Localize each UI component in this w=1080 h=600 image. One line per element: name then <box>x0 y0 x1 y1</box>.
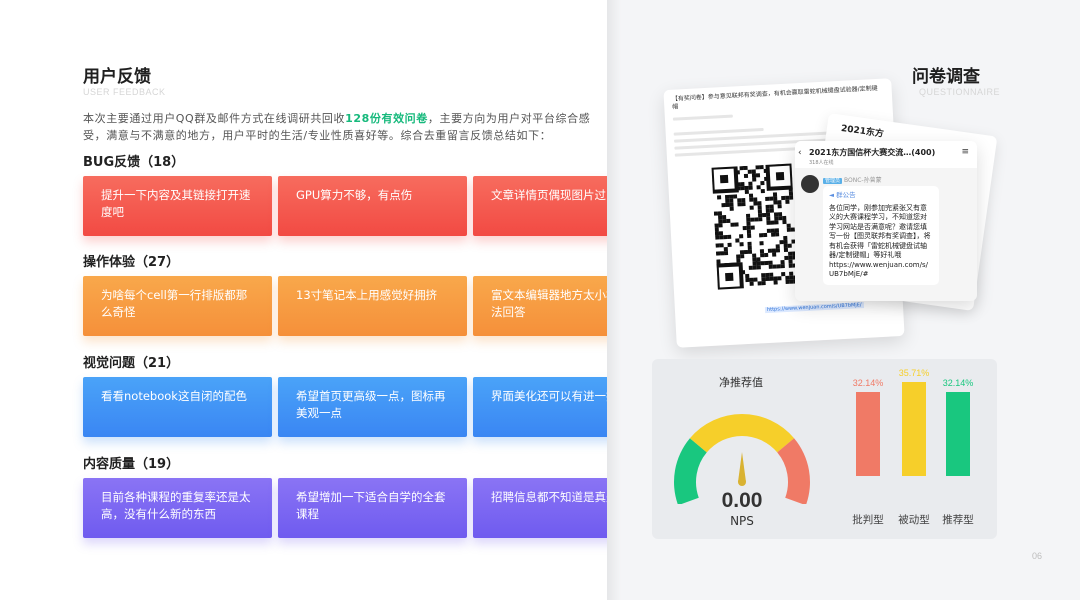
group-chat-screenshot: ‹ 2021东方国信杯大赛交流…(400) 318人在线 ≡ 管理员 BONC-孙… <box>795 141 977 301</box>
feedback-card: 文章详情页偶现图片过 <box>473 176 607 236</box>
chat-sender: 管理员 BONC-孙曾蒙 <box>823 175 882 184</box>
feedback-card: 富文本编辑器地方太小根本没法回答 <box>473 276 607 336</box>
nps-label: NPS <box>730 514 754 528</box>
nps-bar <box>856 391 880 476</box>
page-number: 06 <box>1031 551 1042 561</box>
feedback-card: 为啥每个cell第一行排版都那么奇怪 <box>83 276 272 336</box>
feedback-subtitle: USER FEEDBACK <box>83 87 166 97</box>
qr-code-icon <box>711 163 798 290</box>
gauge-hub <box>738 478 746 486</box>
feedback-card: 看看notebook这自闭的配色 <box>83 377 272 437</box>
feedback-card: 希望首页更高级一点，图标再美观一点 <box>278 377 467 437</box>
feedback-card: 提升一下内容及其链接打开速度吧 <box>83 176 272 236</box>
message-text: 各位同学，刚参加完紧张又有意义的大赛课程学习，不知道您对学习网站是否满意呢？邀请… <box>829 203 931 260</box>
feedback-title: 用户反馈 <box>83 67 151 87</box>
nps-bar <box>946 391 970 476</box>
feedback-intro: 本次主要通过用户QQ群及邮件方式在线调研共回收128份有效问卷，主要方向为用户对… <box>83 110 603 144</box>
bar-category-label: 推荐型 <box>942 514 974 526</box>
chat-message: ◄ 群公告 各位同学，刚参加完紧张又有意义的大赛课程学习，不知道您对学习网站是否… <box>823 186 939 285</box>
chat-title: 2021东方国信杯大赛交流…(400) <box>809 148 936 157</box>
nps-value: 0.00 <box>721 489 763 512</box>
feedback-card: GPU算力不够，有点伤 <box>278 176 467 236</box>
nps-panel: 净推荐值 0.00 NPS 32.14% 批判型 35.71% 被动型 32.14% 推荐… <box>652 359 997 539</box>
doc-link: https://www.wenjuan.com/s/UB7bMjE/ <box>764 301 864 314</box>
back-arrow-icon: ‹ <box>798 148 802 158</box>
feedback-page: 用户反馈 USER FEEDBACK 本次主要通过用户QQ群及邮件方式在线调研共… <box>0 0 607 600</box>
menu-icon: ≡ <box>961 147 969 157</box>
notice-label: ◄ 群公告 <box>829 191 856 199</box>
bar-value-label: 32.14% <box>852 377 884 388</box>
feedback-card: 13寸笔记本上用感觉好拥挤 <box>278 276 467 336</box>
chat-online-count: 318人在线 <box>809 160 834 166</box>
bar-value-label: 32.14% <box>942 377 974 388</box>
message-url: https://www.wenjuan.com/s/UB7bMjE/# <box>829 260 928 279</box>
category-bug: BUG反馈（18） <box>83 155 185 170</box>
feedback-card: 目前各种课程的重复率还是太高，没有什么新的东西 <box>83 478 272 538</box>
bar-category-label: 被动型 <box>898 514 930 526</box>
survey-title: 问卷调查 <box>912 67 980 87</box>
category-ux: 操作体验（27） <box>83 255 180 270</box>
admin-badge: 管理员 <box>823 178 843 184</box>
feedback-card: 招聘信息都不知道是真是假的 <box>473 478 607 538</box>
nps-title: 净推荐值 <box>719 376 763 389</box>
notice-text: 群公告 <box>836 191 856 199</box>
feedback-card: 希望增加一下适合自学的全套课程 <box>278 478 467 538</box>
feedback-card: 界面美化还可以有进一提升 <box>473 377 607 437</box>
chat-header: ‹ 2021东方国信杯大赛交流…(400) 318人在线 ≡ <box>795 141 977 168</box>
survey-subtitle: QUESTIONNAIRE <box>919 87 1001 97</box>
category-visual: 视觉问题（21） <box>83 356 180 371</box>
intro-highlight: 128份有效问卷 <box>345 112 428 125</box>
category-content: 内容质量（19） <box>83 457 180 472</box>
avatar <box>801 175 819 193</box>
bar-category-label: 批判型 <box>852 514 884 526</box>
nps-bar <box>902 382 926 476</box>
back-card-title: 2021东方 <box>840 123 885 140</box>
intro-before: 本次主要通过用户QQ群及邮件方式在线调研共回收 <box>83 112 346 125</box>
gauge-needle <box>738 452 746 482</box>
bar-value-label: 35.71% <box>898 368 930 379</box>
sender-name: BONC-孙曾蒙 <box>844 177 882 184</box>
passive-arc <box>689 414 795 453</box>
